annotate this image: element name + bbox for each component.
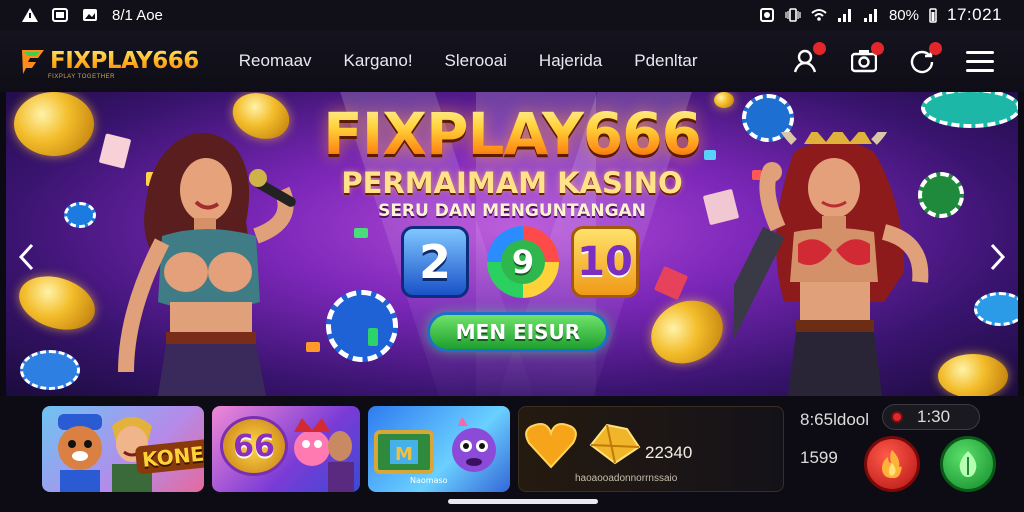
logo-tagline: FIXPLAY TOGETHER <box>48 74 115 80</box>
logo-text: FIXPLAY666 <box>50 48 199 74</box>
wifi-icon <box>811 9 827 21</box>
menu-icon <box>966 51 994 72</box>
leaf-icon <box>959 451 977 477</box>
status-bar: 8/1 Aoe 80% 17:021 <box>0 0 1024 30</box>
confetti <box>354 228 368 238</box>
nav-item-2[interactable]: Kargano! <box>328 51 429 71</box>
user-badge <box>813 42 826 55</box>
hero-subtitle: PERMAIMAM KASINO <box>341 166 683 200</box>
home-indicator[interactable] <box>448 499 598 504</box>
hero-next-arrow-icon[interactable] <box>986 242 1008 272</box>
fire-button[interactable] <box>864 436 920 492</box>
notification-icon <box>759 8 774 22</box>
treasure-chest-icon: M <box>374 430 434 474</box>
nav-menu: Reomaav Kargano! Slerooai Hajerida Pdenl… <box>223 51 714 71</box>
tile-dice: 2 <box>401 226 469 298</box>
game-card-2-title: 66 <box>233 428 275 464</box>
battery-percent: 80% <box>888 6 919 24</box>
image-icon <box>52 8 68 22</box>
refresh-button[interactable] <box>908 42 942 75</box>
svg-text:M: M <box>395 444 413 465</box>
menu-button[interactable] <box>966 47 994 75</box>
user-button[interactable] <box>792 42 826 75</box>
gold-coin <box>12 267 102 339</box>
site-logo[interactable]: FIXPLAY666 <box>20 46 199 76</box>
gallery-icon <box>83 9 97 21</box>
hero-prev-arrow-icon[interactable] <box>16 242 38 272</box>
nav-item-4[interactable]: Hajerida <box>523 51 618 71</box>
poker-chip <box>20 350 80 390</box>
game-card-3[interactable]: M Naomaso <box>368 406 510 492</box>
tile-ten: 10 <box>571 226 639 298</box>
gold-coin <box>938 354 1008 396</box>
tile-wheel-label: 9 <box>501 240 545 284</box>
hero-banner[interactable]: FIXPLAY666 PERMAIMAM KASINO SERU DAN MEN… <box>6 92 1018 396</box>
timer-value: 1:30 <box>917 407 951 426</box>
purple-monster-icon <box>452 418 496 472</box>
battery-icon <box>929 8 937 23</box>
game-card-2-badge: 66 <box>220 416 288 476</box>
camera-button[interactable] <box>850 42 884 75</box>
camera-badge <box>871 42 884 55</box>
game-card-2[interactable]: 66 <box>212 406 360 492</box>
nav-item-1[interactable]: Reomaav <box>223 51 328 71</box>
bottom-panel: KONES 66 M Naomaso 22340 haoaooadonnorrn… <box>0 396 1024 512</box>
wallet-caption: haoaooadonnorrnssaio <box>575 473 678 484</box>
poker-chip <box>974 292 1018 326</box>
hero-tagline: SERU DAN MENGUNTANGAN <box>378 201 646 221</box>
warning-icon <box>22 8 38 22</box>
record-icon <box>891 411 903 423</box>
fire-icon <box>882 450 902 479</box>
signal-icon <box>837 9 851 22</box>
leaf-button[interactable] <box>940 436 996 492</box>
vibrate-icon <box>785 8 801 22</box>
tile-ten-label: 10 <box>577 239 633 285</box>
heart-icon <box>525 423 577 469</box>
game-character-icon <box>294 418 354 492</box>
refresh-badge <box>929 42 942 55</box>
logo-mark-icon <box>22 50 44 74</box>
timer-pill: 1:30 <box>882 404 980 430</box>
wallet-panel[interactable]: 22340 haoaooadonnorrnssaio <box>518 406 784 492</box>
confetti <box>368 328 378 346</box>
game-card-1[interactable]: KONES <box>42 406 204 492</box>
side-label: 8:65ldool <box>800 410 870 429</box>
hero-title: FIXPLAY666 <box>6 100 1018 168</box>
gold-coin <box>640 289 734 375</box>
wallet-value: 22340 <box>645 443 693 462</box>
card-decoration <box>653 265 689 301</box>
hero-tiles: 2 9 10 <box>401 226 641 302</box>
tile-wheel: 9 <box>487 226 559 298</box>
tile-dice-label: 2 <box>418 235 451 289</box>
status-app-label: 8/1 Aoe <box>112 6 163 24</box>
header-actions <box>792 42 994 75</box>
hero-play-button[interactable]: MEN EISUR <box>427 312 609 352</box>
game-card-3-title: Naomaso <box>410 476 448 485</box>
nav-item-5[interactable]: Pdenltar <box>618 51 713 71</box>
top-navigation: FIXPLAY666 FIXPLAY TOGETHER Reomaav Karg… <box>0 30 1024 92</box>
side-value: 1599 <box>800 448 838 467</box>
signal-2-icon <box>863 9 877 22</box>
nav-item-3[interactable]: Slerooai <box>429 51 523 71</box>
gold-gem-icon <box>589 423 641 465</box>
status-time: 17:021 <box>947 5 1002 24</box>
